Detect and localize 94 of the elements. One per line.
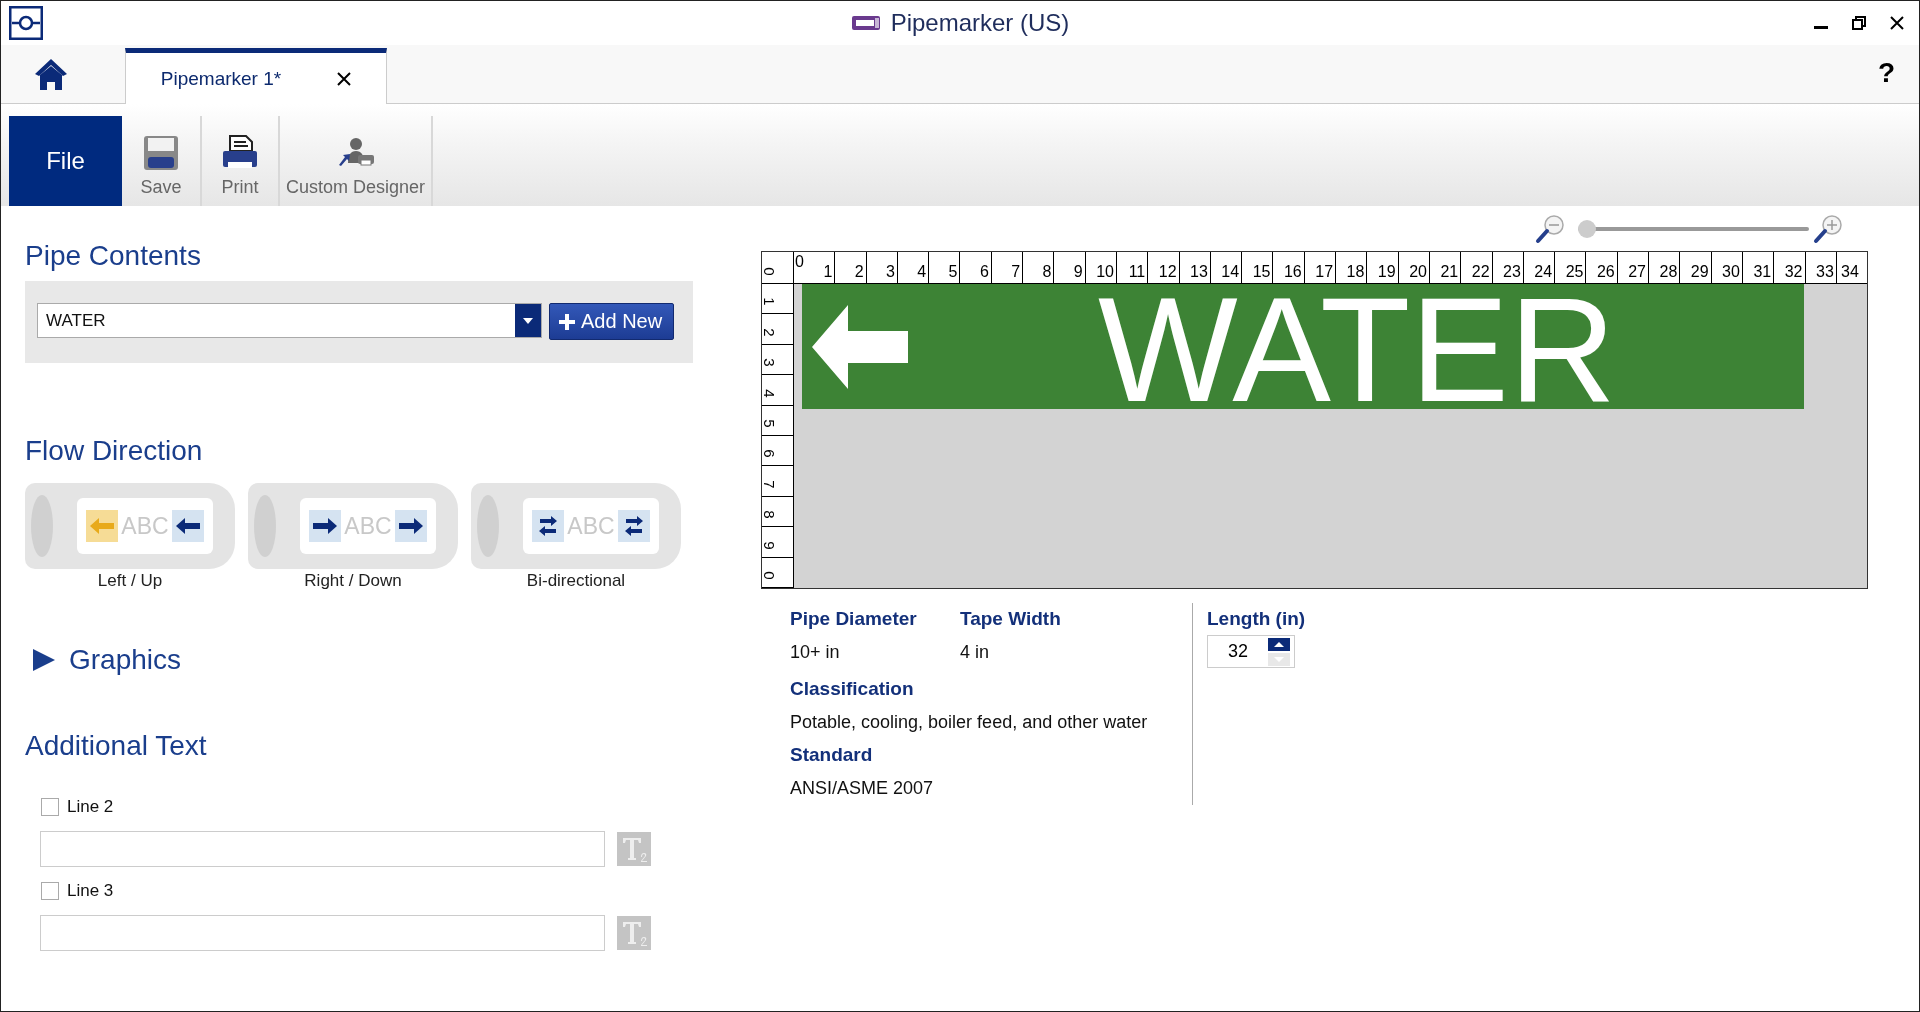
- ruler-number: 31: [1753, 264, 1772, 280]
- ruler-number: 8: [761, 510, 777, 519]
- ruler-number: 0: [761, 571, 777, 580]
- ruler-number: 20: [1409, 264, 1427, 280]
- ruler-number: 4: [761, 388, 777, 398]
- text-input-field[interactable]: [40, 831, 605, 867]
- ruler-number: 34: [1841, 264, 1859, 280]
- printer-icon: [222, 135, 258, 171]
- ruler-number: 18: [1346, 264, 1365, 280]
- ruler-number: 1: [823, 264, 833, 280]
- add-new-button[interactable]: Add New: [549, 303, 674, 340]
- option-label: Right / Down: [304, 570, 402, 592]
- field-label: Length (in): [1207, 608, 1306, 629]
- pipe-contents-combobox[interactable]: WATER: [37, 303, 542, 338]
- ruler-number: 0: [795, 254, 804, 270]
- ruler-number: 4: [917, 264, 927, 280]
- swap-arrows-icon: [617, 510, 650, 542]
- ruler-number: 7: [1011, 264, 1021, 280]
- ruler-number: 13: [1190, 264, 1208, 280]
- ruler-number: 10: [1096, 264, 1114, 280]
- app-logo-icon: [9, 6, 43, 40]
- ruler-number: 17: [1315, 264, 1334, 280]
- ruler-number: 30: [1722, 264, 1740, 280]
- ruler-number: 9: [761, 540, 777, 550]
- ruler-number: 15: [1252, 264, 1271, 280]
- field-value: 4 in: [960, 641, 991, 664]
- checkbox-label: Line 3: [67, 881, 114, 901]
- ruler-number: 29: [1690, 264, 1709, 280]
- ruler-number: 6: [979, 264, 989, 280]
- ruler-number: 22: [1471, 264, 1490, 280]
- file-menu-button[interactable]: File: [9, 116, 122, 206]
- section-heading: Additional Text: [25, 729, 208, 763]
- ruler-number: 6: [761, 449, 777, 458]
- ruler-number: 8: [1042, 264, 1052, 280]
- slider-thumb[interactable]: [1577, 219, 1596, 238]
- zoom-in-icon[interactable]: [1813, 213, 1843, 244]
- expand-triangle-icon: [31, 649, 55, 671]
- ruler-number: 5: [948, 264, 958, 280]
- ruler-number: 2: [854, 264, 864, 280]
- ruler-number: 3: [761, 358, 777, 367]
- field-value: 10+ in: [790, 641, 841, 664]
- ruler-number: 3: [886, 264, 895, 280]
- pipe-marker-label[interactable]: WATER: [802, 284, 1804, 409]
- ruler-number: 1: [761, 297, 777, 306]
- option-label: Left / Up: [97, 570, 163, 592]
- ruler-number: 16: [1283, 264, 1302, 280]
- ruler-number: 21: [1440, 264, 1459, 280]
- ruler-number: 7: [761, 480, 777, 489]
- ruler-number: 24: [1534, 264, 1553, 280]
- graphics-expander[interactable]: Graphics: [25, 643, 701, 677]
- length-spinbox[interactable]: 32: [1207, 635, 1295, 668]
- ruler-number: 25: [1565, 264, 1584, 280]
- ruler-number: 14: [1221, 264, 1240, 280]
- close-icon[interactable]: [337, 71, 352, 86]
- field-label: Classification: [790, 678, 914, 699]
- field-label: Pipe Diameter: [790, 607, 918, 631]
- plus-icon: [558, 312, 576, 331]
- checkbox[interactable]: [41, 882, 59, 900]
- document-tab[interactable]: Pipemarker 1*: [125, 48, 387, 104]
- checkbox[interactable]: [41, 798, 59, 816]
- close-icon[interactable]: [1889, 15, 1905, 31]
- home-icon[interactable]: [34, 57, 68, 91]
- ruler-number: 27: [1628, 264, 1646, 280]
- ruler-number: 23: [1503, 264, 1521, 280]
- ruler-number: 11: [1128, 264, 1146, 280]
- ruler-number: 12: [1158, 264, 1177, 280]
- ruler-number: 2: [761, 328, 777, 337]
- field-label: Tape Width: [960, 607, 1062, 631]
- ruler-number: 0: [761, 267, 777, 276]
- field-value: Potable, cooling, boiler feed, and other water: [790, 712, 1148, 732]
- swap-arrows-icon: [532, 510, 565, 542]
- text-input-field[interactable]: [40, 915, 605, 951]
- field-value: ANSI/ASME 2007: [790, 778, 934, 798]
- window-title: Pipemarker (US): [890, 9, 1070, 37]
- designer-button[interactable]: Custom Designer: [280, 116, 433, 206]
- field-label: Standard: [790, 744, 873, 765]
- ruler-number: 28: [1659, 264, 1678, 280]
- ruler-number: 19: [1377, 264, 1396, 280]
- ruler-number: 5: [761, 419, 777, 428]
- ruler-number: 33: [1816, 264, 1834, 280]
- ruler-number: 32: [1784, 264, 1803, 280]
- section-heading: Pipe Contents: [25, 239, 202, 273]
- ruler-number: 9: [1073, 264, 1083, 280]
- section-heading: Flow Direction: [25, 434, 204, 468]
- tape-icon: [850, 13, 881, 33]
- save-button[interactable]: Save: [122, 116, 202, 206]
- restore-icon[interactable]: [1851, 15, 1867, 31]
- zoom-out-icon[interactable]: [1535, 213, 1565, 244]
- ruler-number: 26: [1596, 264, 1615, 280]
- checkbox-label: Line 2: [67, 797, 114, 817]
- print-button[interactable]: Print: [202, 116, 280, 206]
- spin-up-icon[interactable]: [1268, 637, 1290, 651]
- help-button[interactable]: ?: [1877, 57, 1895, 89]
- option-label: Bi-directional: [526, 570, 626, 592]
